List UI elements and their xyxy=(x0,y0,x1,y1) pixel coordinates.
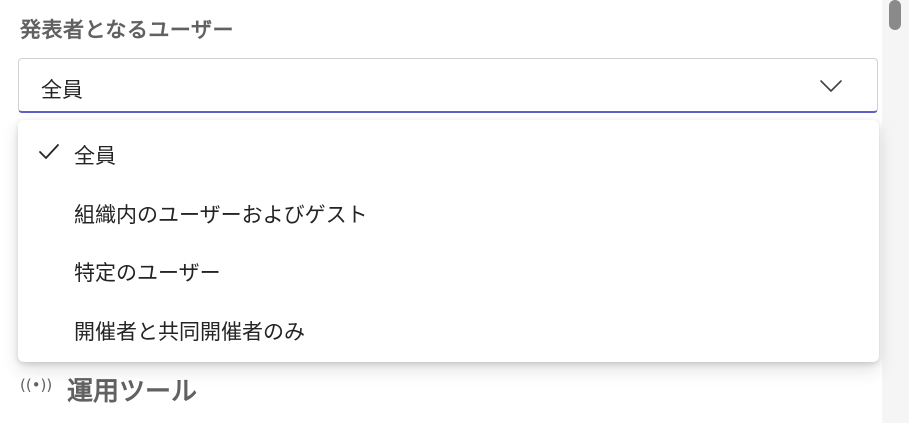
checkmark-icon xyxy=(38,143,60,161)
chevron-down-icon[interactable] xyxy=(819,78,843,94)
presenter-select[interactable]: 全員 xyxy=(18,58,878,113)
production-tools-section-header: ((•)) 運用ツール xyxy=(20,368,420,408)
presenter-field-label: 発表者となるユーザー xyxy=(20,18,234,42)
option-label: 特定のユーザー xyxy=(74,261,221,285)
scrollbar-thumb[interactable] xyxy=(889,0,901,30)
option-everyone[interactable]: 全員 xyxy=(18,124,879,182)
option-specific-people[interactable]: 特定のユーザー xyxy=(18,241,879,299)
option-label: 開催者と共同開催者のみ xyxy=(74,320,305,344)
option-label: 全員 xyxy=(74,144,116,168)
scrollbar-track[interactable] xyxy=(882,0,909,423)
option-org-and-guests[interactable]: 組織内のユーザーおよびゲスト xyxy=(18,183,879,241)
broadcast-icon: ((•)) xyxy=(20,376,53,394)
presenter-select-value: 全員 xyxy=(41,78,83,102)
option-organizers-only[interactable]: 開催者と共同開催者のみ xyxy=(18,300,879,358)
option-label: 組織内のユーザーおよびゲスト xyxy=(74,203,368,227)
presenter-dropdown-listbox: 全員 組織内のユーザーおよびゲスト 特定のユーザー 開催者と共同開催者のみ xyxy=(18,120,879,362)
section-title: 運用ツール xyxy=(67,377,198,407)
meeting-options-panel: 発表者となるユーザー 全員 全員 組織内のユーザーおよびゲスト 特定のユーザー … xyxy=(0,0,909,423)
